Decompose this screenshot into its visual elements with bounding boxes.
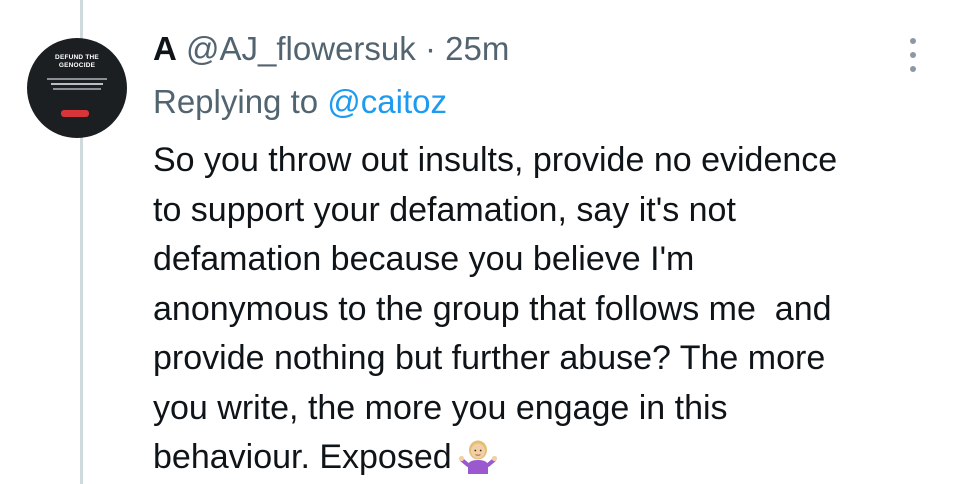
tweet-text: So you throw out insults, provide no evi… xyxy=(153,136,943,483)
tweet-text-line: you write, the more you engage in this xyxy=(153,388,728,427)
tweet-header: A @AJ_flowersuk · 25m xyxy=(153,28,509,70)
avatar-title-line-1: DEFUND THE xyxy=(55,54,99,61)
tweet-text-line: behaviour. Exposed xyxy=(153,438,452,476)
tweet-text-line: defamation because you believe I'm xyxy=(153,240,695,278)
tweet-text-line: anonymous to the group that follows me a… xyxy=(153,289,832,328)
avatar-title: DEFUND THE GENOCIDE xyxy=(27,54,127,70)
timestamp[interactable]: 25m xyxy=(445,30,509,67)
avatar[interactable]: DEFUND THE GENOCIDE xyxy=(27,38,127,138)
avatar-button-graphic xyxy=(61,110,89,117)
reply-mention-link[interactable]: @caitoz xyxy=(327,83,447,120)
tweet-text-last-line: behaviour. Exposed xyxy=(153,433,943,483)
avatar-body-graphic xyxy=(41,76,113,100)
display-name[interactable]: A xyxy=(153,30,177,67)
more-options-icon[interactable] xyxy=(903,38,923,72)
user-handle[interactable]: @AJ_flowersuk xyxy=(186,30,416,67)
tweet-text-line: to support your defamation, say it's not xyxy=(153,190,736,229)
avatar-text-lines-graphic xyxy=(47,78,107,90)
replying-to: Replying to @caitoz xyxy=(153,81,447,123)
replying-to-label: Replying to xyxy=(153,83,319,120)
tweet-text-line: provide nothing but further abuse? The m… xyxy=(153,339,826,377)
avatar-title-line-2: GENOCIDE xyxy=(58,62,96,69)
person-shrugging-emoji-icon xyxy=(458,440,497,474)
separator-dot: · xyxy=(424,30,436,67)
tweet-text-line: So you throw out insults, provide no evi… xyxy=(153,141,838,179)
